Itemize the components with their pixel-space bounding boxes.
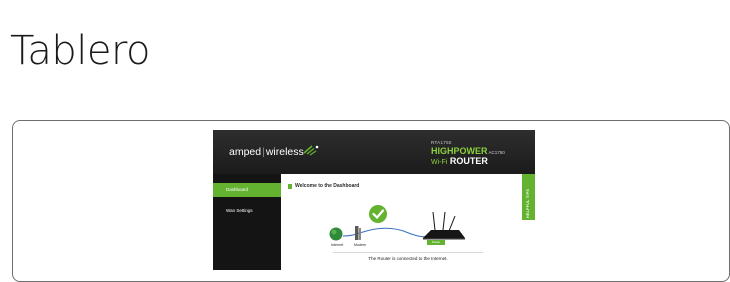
- modem-label: Modem: [354, 243, 366, 247]
- page-title: Tablero: [10, 28, 150, 74]
- internet-label: Internet: [331, 243, 344, 247]
- sidebar-item-wan-settings[interactable]: Wan Settings: [213, 204, 281, 218]
- brand-logo: amped|wireless: [229, 146, 304, 158]
- model-line-2: Wi-Fi ROUTER: [431, 157, 517, 167]
- model-badge: RTA1750 HIGHPOWERAC1750 Wi-Fi ROUTER: [431, 140, 517, 167]
- helpful-tips-tab[interactable]: HELPFUL TIPS: [522, 174, 535, 220]
- sidebar-item-dashboard[interactable]: Dashboard: [213, 183, 281, 197]
- router-header: amped|wireless RTA1750 HIGHPOWERAC1750 W…: [213, 130, 535, 174]
- internet-globe-icon: [329, 227, 343, 241]
- model-router: ROUTER: [449, 156, 488, 166]
- divider: [333, 252, 483, 253]
- connection-status-text: The Router is connected to the Internet.: [368, 256, 448, 261]
- sidebar: Dashboard Wan Settings: [213, 174, 281, 270]
- model-wifi: Wi-Fi: [431, 159, 448, 166]
- router-icon: [423, 211, 465, 240]
- model-number: RTA1750: [431, 140, 452, 145]
- brand-name-left: amped: [229, 146, 262, 158]
- wireless-signal-icon: [303, 145, 319, 156]
- modem-icon: [355, 226, 361, 240]
- brand-name-right: wireless: [265, 146, 304, 158]
- brand-separator: |: [262, 146, 265, 158]
- model-ac-rating: AC1750: [488, 150, 505, 155]
- model-highpower: HIGHPOWER: [431, 146, 488, 156]
- router-dashboard-screenshot: amped|wireless RTA1750 HIGHPOWERAC1750 W…: [213, 130, 535, 270]
- connected-check-icon: [369, 205, 387, 223]
- router-button[interactable]: Router: [427, 240, 445, 245]
- main-content: Welcome to the Dashboard Internet Modem …: [281, 174, 535, 270]
- helpful-tips-label: HELPFUL TIPS: [526, 188, 530, 218]
